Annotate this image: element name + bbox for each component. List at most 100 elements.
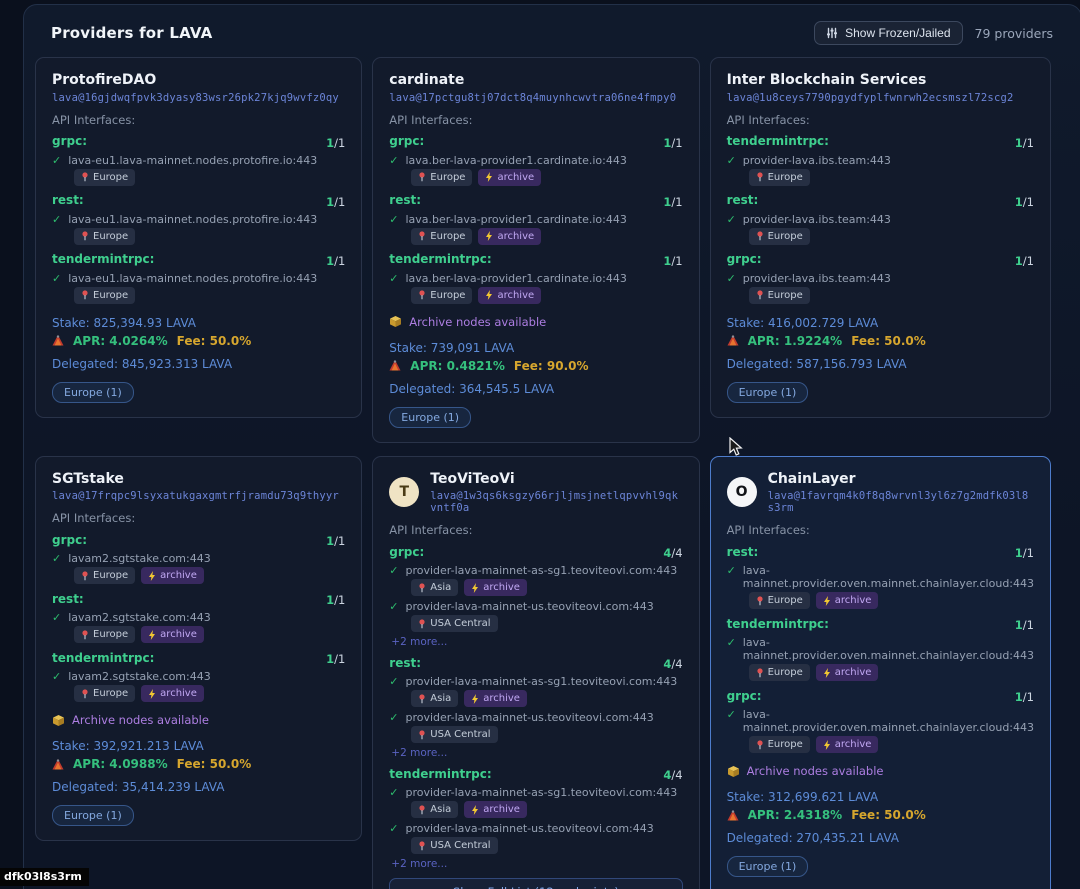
provider-address[interactable]: lava@1u8ceys7790pgydfyplfwnrwh2ecsmszl72… bbox=[727, 92, 1014, 104]
more-endpoints-link[interactable]: +2 more... bbox=[391, 747, 682, 759]
archive-badge: archive bbox=[464, 579, 527, 596]
ratio-numerator: 1 bbox=[326, 534, 334, 548]
pin-icon bbox=[756, 290, 764, 300]
stake-value: Stake: 825,394.93 LAVA bbox=[52, 316, 345, 330]
apr-line: APR: 4.0988%Fee: 50.0%Delegated: 35,414.… bbox=[52, 757, 345, 794]
more-endpoints-link[interactable]: +2 more... bbox=[391, 636, 682, 648]
stake-value: Stake: 392,921.213 LAVA bbox=[52, 739, 345, 753]
endpoint-url: lavam2.sgtstake.com:443 bbox=[68, 670, 211, 683]
header-right: Show Frozen/Jailed 79 providers bbox=[814, 21, 1053, 45]
provider-address[interactable]: lava@17pctgu8tj07dct8q4muynhcwvtra06ne4f… bbox=[389, 92, 676, 104]
ratio-denominator: /4 bbox=[671, 657, 682, 671]
provider-address[interactable]: lava@1favrqm4k0f8q8wrvnl3yl6z7g2mdfk03l8… bbox=[768, 490, 1034, 514]
lightning-icon bbox=[823, 596, 831, 606]
check-icon: ✓ bbox=[52, 670, 61, 683]
more-endpoints-link[interactable]: +2 more... bbox=[391, 858, 682, 870]
endpoint-row: ✓provider-lava.ibs.team:443 bbox=[727, 272, 1034, 285]
provider-card[interactable]: OChainLayerlava@1favrqm4k0f8q8wrvnl3yl6z… bbox=[710, 456, 1051, 889]
badge-label: Europe bbox=[768, 230, 803, 243]
badge-label: archive bbox=[497, 171, 534, 184]
endpoint-badges: Europe archive bbox=[411, 287, 682, 304]
badge-label: Europe bbox=[93, 230, 128, 243]
region-badge: Europe bbox=[411, 287, 472, 304]
provider-card[interactable]: cardinatelava@17pctgu8tj07dct8q4muynhcwv… bbox=[372, 57, 699, 443]
interface-ratio: 1/1 bbox=[1015, 542, 1034, 561]
provider-address[interactable]: lava@16gjdwqfpvk3dyasy83wsr26pk27kjq9wvf… bbox=[52, 92, 339, 104]
ratio-denominator: /4 bbox=[671, 546, 682, 560]
check-icon: ✓ bbox=[727, 636, 736, 649]
endpoint-badges: Europe bbox=[74, 228, 345, 245]
endpoint-row: ✓lavam2.sgtstake.com:443 bbox=[52, 552, 345, 565]
region-pill[interactable]: Europe (1) bbox=[389, 407, 471, 428]
ratio-denominator: /1 bbox=[671, 136, 682, 150]
interface-name: rest: bbox=[52, 193, 84, 207]
interface-ratio: 4/4 bbox=[663, 542, 682, 561]
flame-icon bbox=[52, 759, 64, 770]
provider-card[interactable]: Inter Blockchain Serviceslava@1u8ceys779… bbox=[710, 57, 1051, 418]
page-header: Providers for LAVA Show Frozen/Jailed 79… bbox=[24, 5, 1080, 57]
provider-address[interactable]: lava@17frqpc9lsyxatukgaxgmtrfjramdu73q9t… bbox=[52, 490, 339, 502]
interface-ratio: 1/1 bbox=[326, 191, 345, 210]
region-badge: Europe bbox=[74, 169, 135, 186]
show-frozen-jailed-button[interactable]: Show Frozen/Jailed bbox=[814, 21, 962, 45]
endpoint-url: provider-lava-mainnet-as-sg1.teoviteovi.… bbox=[406, 564, 678, 577]
interface-ratio: 1/1 bbox=[1015, 686, 1034, 705]
endpoint-url: lava-eu1.lava-mainnet.nodes.protofire.io… bbox=[68, 154, 317, 167]
provider-card[interactable]: SGTstakelava@17frqpc9lsyxatukgaxgmtrfjra… bbox=[35, 456, 362, 842]
badge-label: Europe bbox=[768, 666, 803, 679]
interface-ratio: 4/4 bbox=[663, 764, 682, 783]
badge-label: Europe bbox=[93, 628, 128, 641]
region-pill[interactable]: Europe (1) bbox=[727, 382, 809, 403]
region-badge: USA Central bbox=[411, 615, 497, 632]
region-pill[interactable]: Europe (1) bbox=[727, 856, 809, 877]
region-badge: Europe bbox=[749, 736, 810, 753]
ratio-denominator: /1 bbox=[1023, 690, 1034, 704]
badge-label: Europe bbox=[768, 289, 803, 302]
check-icon: ✓ bbox=[727, 708, 736, 721]
ratio-numerator: 1 bbox=[326, 593, 334, 607]
provider-address[interactable]: lava@1w3qs6ksgzy66rjljmsjnetlqpvvhl9qkvn… bbox=[430, 490, 682, 514]
interface-name: tendermintrpc: bbox=[389, 252, 491, 266]
region-pill[interactable]: Europe (1) bbox=[52, 382, 134, 403]
badge-label: archive bbox=[483, 803, 520, 816]
check-icon: ✓ bbox=[52, 272, 61, 285]
archive-note-label: Archive nodes available bbox=[72, 713, 209, 727]
region-badge: Europe bbox=[74, 567, 135, 584]
endpoint-badges: USA Central bbox=[411, 726, 682, 743]
provider-header: cardinatelava@17pctgu8tj07dct8q4muynhcwv… bbox=[389, 72, 682, 104]
pin-icon bbox=[81, 630, 89, 640]
region-pills: Europe (1) bbox=[389, 407, 682, 428]
region-pill[interactable]: Europe (1) bbox=[52, 805, 134, 826]
provider-heading: Inter Blockchain Serviceslava@1u8ceys779… bbox=[727, 72, 1014, 104]
provider-card[interactable]: TTeoViTeoVilava@1w3qs6ksgzy66rjljmsjnetl… bbox=[372, 456, 699, 889]
lightning-icon bbox=[148, 630, 156, 640]
lightning-icon bbox=[471, 805, 479, 815]
provider-header: TTeoViTeoVilava@1w3qs6ksgzy66rjljmsjnetl… bbox=[389, 471, 682, 515]
archive-badge: archive bbox=[478, 287, 541, 304]
archive-note-label: Archive nodes available bbox=[747, 764, 884, 778]
region-pills: Europe (1) bbox=[52, 805, 345, 826]
lightning-icon bbox=[471, 583, 479, 593]
check-icon: ✓ bbox=[389, 213, 398, 226]
endpoint-url: lavam2.sgtstake.com:443 bbox=[68, 552, 211, 565]
show-full-list-button[interactable]: Show Full List (12 endpoints) bbox=[389, 878, 682, 889]
endpoint-row: ✓provider-lava-mainnet-as-sg1.teoviteovi… bbox=[389, 786, 682, 799]
interface-header: rest:1/1 bbox=[727, 542, 1034, 561]
teoviteovi-avatar: T bbox=[389, 477, 419, 507]
apr-line: APR: 2.4318%Fee: 50.0%Delegated: 270,435… bbox=[727, 808, 1034, 845]
endpoint-badges: USA Central bbox=[411, 615, 682, 632]
provider-card[interactable]: ProtofireDAOlava@16gjdwqfpvk3dyasy83wsr2… bbox=[35, 57, 362, 418]
region-pills: Europe (1) bbox=[727, 856, 1034, 877]
ratio-denominator: /1 bbox=[334, 652, 345, 666]
endpoint-url: provider-lava.ibs.team:443 bbox=[743, 154, 891, 167]
endpoint-badges: Europearchive bbox=[411, 169, 682, 186]
ratio-numerator: 1 bbox=[326, 254, 334, 268]
provider-header: OChainLayerlava@1favrqm4k0f8q8wrvnl3yl6z… bbox=[727, 471, 1034, 515]
interface-name: tendermintrpc: bbox=[52, 651, 154, 665]
check-icon: ✓ bbox=[389, 600, 398, 613]
archive-badge: archive bbox=[816, 592, 879, 609]
interface-name: tendermintrpc: bbox=[727, 134, 829, 148]
region-badge: Europe bbox=[749, 664, 810, 681]
interface-name: tendermintrpc: bbox=[727, 617, 829, 631]
chainlayer-avatar: O bbox=[727, 477, 757, 507]
